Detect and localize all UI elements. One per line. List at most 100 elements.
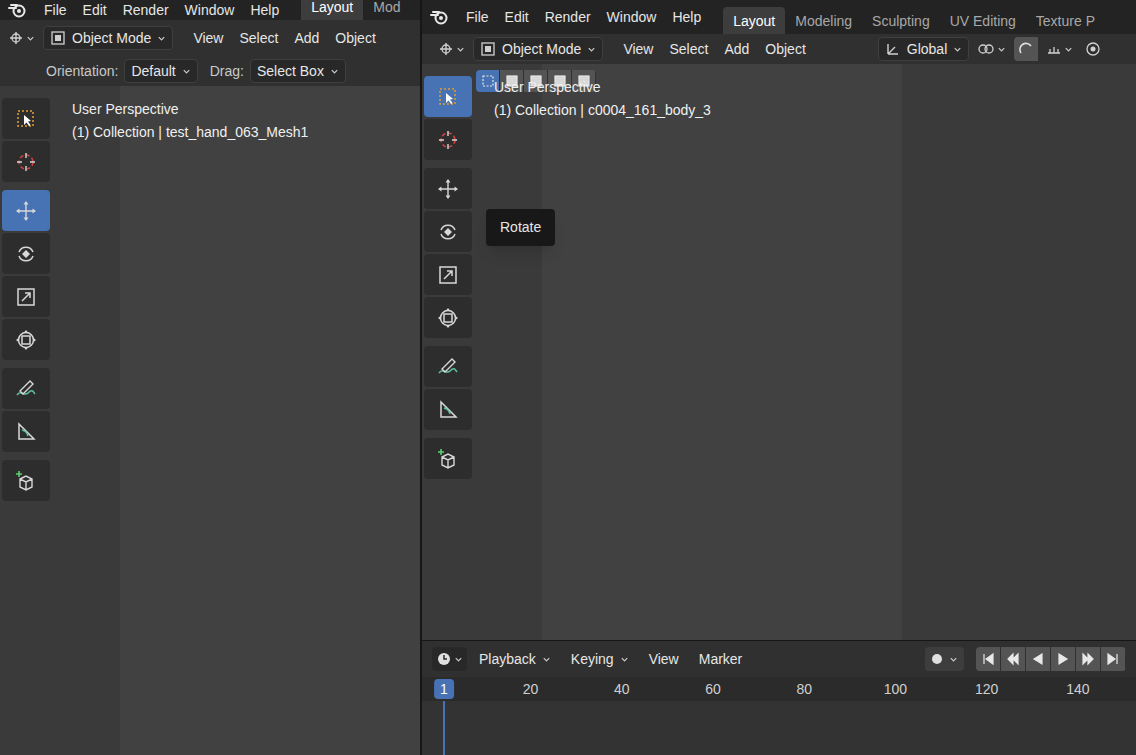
header-menu-item[interactable]: Add: [286, 28, 327, 49]
snap-toggle[interactable]: [1014, 37, 1038, 61]
tool-button[interactable]: [2, 141, 50, 182]
playback-button[interactable]: [976, 647, 1001, 671]
workspace-tab[interactable]: Modeling: [785, 7, 862, 34]
header-menu-item[interactable]: Select: [231, 28, 286, 49]
record-icon: [931, 653, 943, 665]
current-frame[interactable]: 1: [434, 679, 454, 699]
right-blender-window: FileEditRenderWindowHelp LayoutModelingSc…: [422, 0, 1136, 755]
menu-item[interactable]: Edit: [497, 7, 537, 28]
select-box-icon: [14, 107, 38, 131]
editor-type-button[interactable]: [4, 26, 39, 50]
timeline-menu[interactable]: View: [641, 647, 687, 671]
tool-button[interactable]: [2, 460, 50, 501]
orientation-dropdown[interactable]: Global: [878, 37, 969, 61]
menu-item[interactable]: Help: [664, 7, 709, 28]
tool-button[interactable]: [424, 438, 472, 479]
tool-button[interactable]: [2, 233, 50, 274]
frame-number: 20: [523, 679, 539, 699]
playback-button[interactable]: [1051, 647, 1076, 671]
object-mode-icon: [50, 30, 66, 46]
add-cube-icon: [14, 469, 38, 493]
menu-item[interactable]: File: [458, 7, 497, 28]
annotate-icon: [436, 355, 460, 379]
rotate-icon: [436, 220, 460, 244]
menu-item[interactable]: Render: [537, 7, 599, 28]
workspace-tab[interactable]: Layout: [723, 7, 785, 34]
timeline-menu[interactable]: Keying: [563, 647, 637, 671]
tool-button[interactable]: [424, 389, 472, 430]
tool-button[interactable]: [424, 346, 472, 387]
playback-button[interactable]: [1101, 647, 1126, 671]
transform-icon: [436, 306, 460, 330]
playback-button[interactable]: [1026, 647, 1051, 671]
mode-dropdown[interactable]: Object Mode: [473, 37, 603, 61]
tool-button[interactable]: [2, 98, 50, 139]
snap-target-button[interactable]: [1042, 37, 1077, 61]
playback-button[interactable]: [1076, 647, 1101, 671]
frame-number: 60: [705, 679, 721, 699]
main-menu: FileEditRenderWindowHelp: [36, 0, 287, 20]
menu-item[interactable]: Render: [115, 0, 177, 20]
pivot-button[interactable]: [973, 37, 1010, 61]
menu-item[interactable]: Window: [599, 7, 665, 28]
blender-logo-icon[interactable]: [8, 2, 26, 18]
timeline-menu[interactable]: Marker: [691, 647, 751, 671]
editor-type-button[interactable]: [432, 647, 467, 671]
chevron-down-icon: [454, 655, 463, 664]
header-menu-item[interactable]: Object: [327, 28, 383, 49]
editor-type-icon: [438, 41, 454, 57]
playhead[interactable]: [443, 701, 445, 755]
timeline-area[interactable]: [422, 701, 1136, 755]
workspace-tab[interactable]: Sculpting: [862, 7, 940, 34]
overlay-line: User Perspective: [72, 98, 308, 121]
overlay-line: (1) Collection | test_hand_063_Mesh1: [72, 121, 308, 144]
overlay-line: (1) Collection | c0004_161_body_3: [494, 99, 711, 122]
tool-button[interactable]: [424, 168, 472, 209]
tool-button[interactable]: [2, 190, 50, 231]
chevron-down-icon: [587, 45, 596, 54]
3d-viewport[interactable]: User Perspective(1) Collection | test_ha…: [0, 86, 420, 755]
playback-icon: [1106, 652, 1120, 666]
setting-dropdown[interactable]: Select Box: [250, 59, 346, 83]
3d-viewport[interactable]: User Perspective(1) Collection | c0004_1…: [422, 64, 1136, 640]
timeline-menu[interactable]: Playback: [471, 647, 559, 671]
cursor-icon: [436, 128, 460, 152]
tool-button[interactable]: [424, 254, 472, 295]
menu-item[interactable]: Window: [177, 0, 243, 20]
menu-item[interactable]: File: [36, 0, 75, 20]
header-menu-item[interactable]: View: [185, 28, 231, 49]
setting-dropdown[interactable]: Default: [124, 59, 197, 83]
blender-logo-icon[interactable]: [430, 9, 448, 25]
header-menu-item[interactable]: Object: [757, 39, 813, 60]
header-menu-item[interactable]: View: [615, 39, 661, 60]
tool-button[interactable]: [424, 297, 472, 338]
tool-button[interactable]: [2, 368, 50, 409]
snap-icon: [1018, 41, 1034, 57]
tool-button[interactable]: [2, 411, 50, 452]
record-button[interactable]: [925, 647, 964, 671]
tool-button[interactable]: [424, 119, 472, 160]
workspace-tab[interactable]: Layout: [301, 0, 363, 20]
tool-button[interactable]: [2, 276, 50, 317]
chevron-down-icon: [997, 45, 1006, 54]
menu-item[interactable]: Edit: [75, 0, 115, 20]
editor-type-button[interactable]: [434, 37, 469, 61]
playback-button[interactable]: [1001, 647, 1026, 671]
tool-button[interactable]: [2, 319, 50, 360]
top-bar: FileEditRenderWindowHelp LayoutModelingSc…: [422, 0, 1136, 34]
header-menu-item[interactable]: Select: [661, 39, 716, 60]
tool-button[interactable]: [424, 76, 472, 117]
proportional-button[interactable]: [1081, 37, 1105, 61]
menu-item[interactable]: Help: [242, 0, 287, 20]
mode-dropdown[interactable]: Object Mode: [43, 26, 173, 50]
workspace-tab[interactable]: UV Editing: [940, 7, 1026, 34]
chevron-down-icon: [953, 45, 962, 54]
header-menu-item[interactable]: Add: [716, 39, 757, 60]
viewport-render: [120, 86, 420, 755]
scale-icon: [436, 263, 460, 287]
workspace-tab[interactable]: Mod: [363, 0, 410, 20]
workspace-tab[interactable]: Texture P: [1026, 7, 1105, 34]
chevron-down-icon: [949, 655, 958, 664]
tool-button[interactable]: [424, 211, 472, 252]
rotate-icon: [14, 242, 38, 266]
